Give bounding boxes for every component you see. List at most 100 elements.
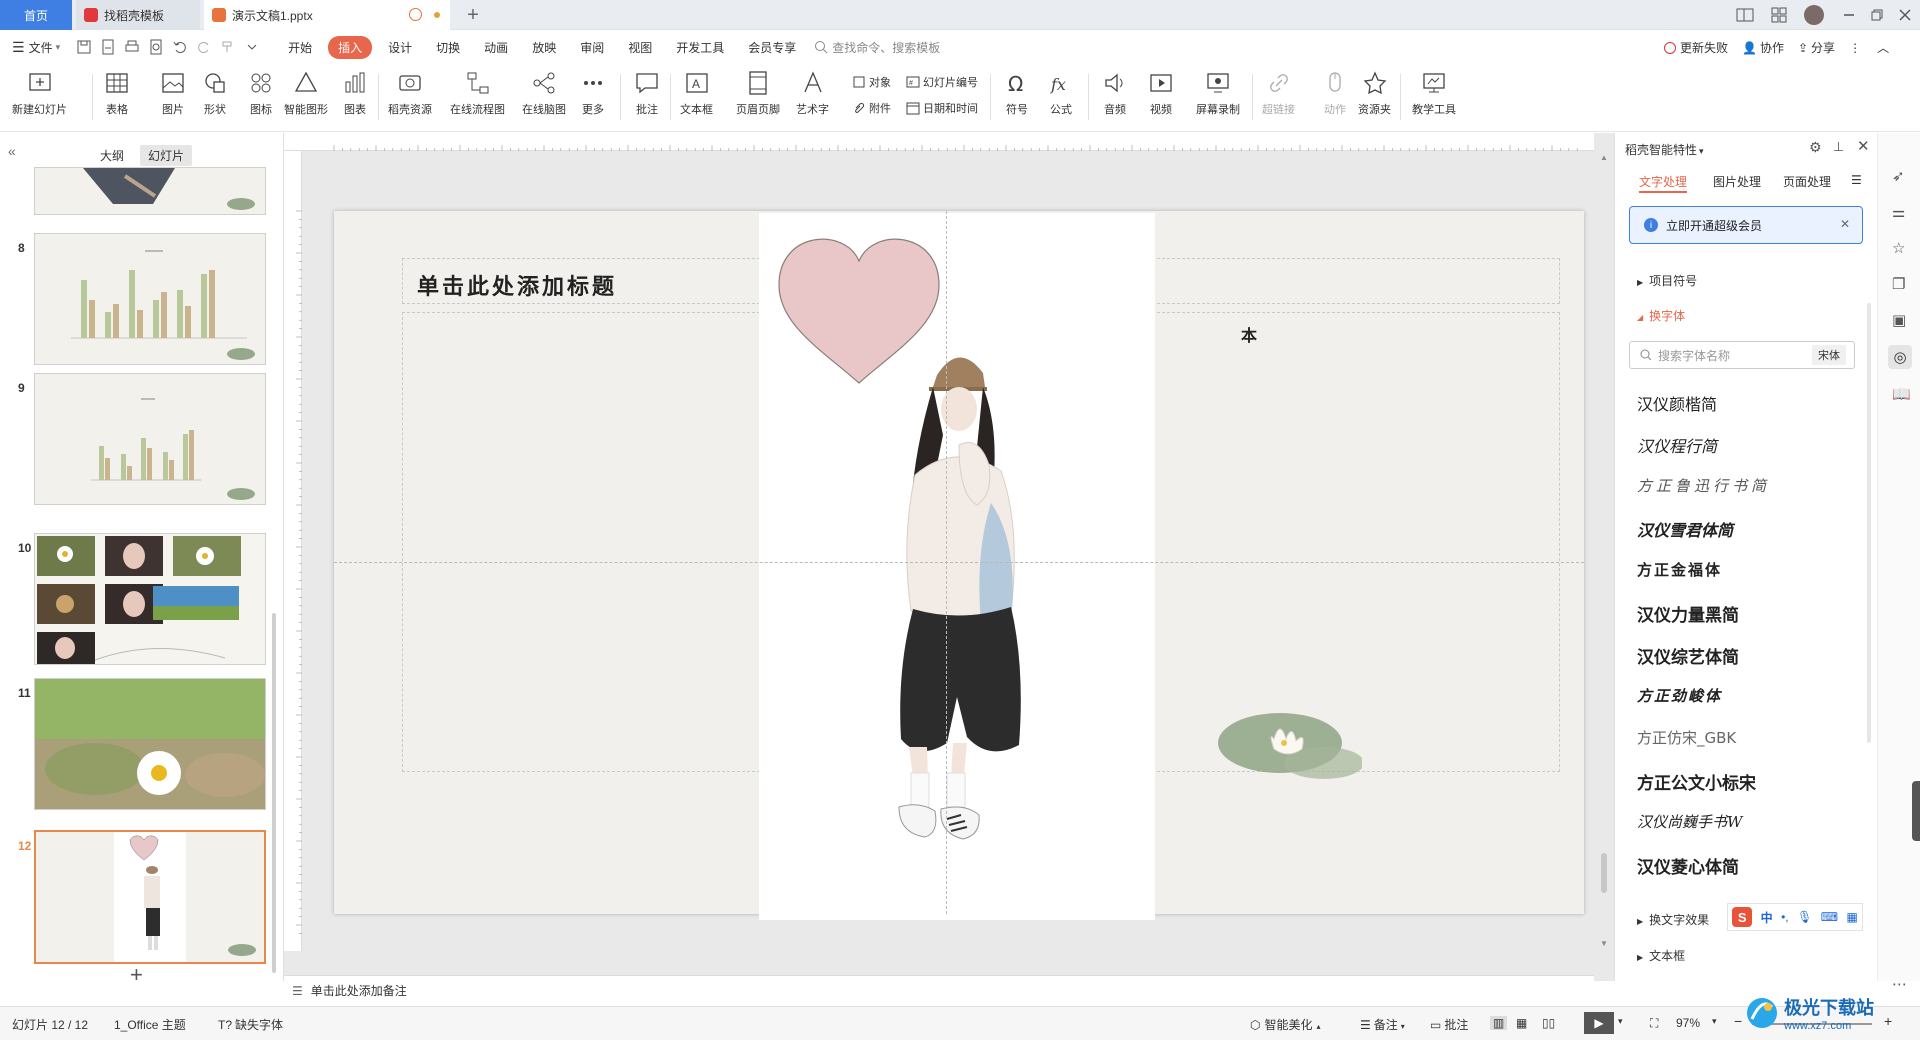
settings-icon[interactable]: ⚙ (1809, 139, 1822, 156)
font-option[interactable]: 汉仪力量黑简 (1637, 601, 1739, 626)
font-option[interactable]: 方正鲁迅行书简 (1637, 475, 1770, 496)
header-footer-button[interactable]: 页眉页脚 (736, 70, 780, 117)
tab-outline[interactable]: 大纲 (92, 145, 132, 166)
comment-button[interactable]: 批注 (634, 70, 660, 117)
collab-button[interactable]: 👤 协作 (1742, 39, 1784, 56)
section-textbox[interactable]: ▶ 文本框 (1637, 947, 1685, 964)
section-text-effects[interactable]: ▶ 换文字效果 (1637, 911, 1709, 928)
shape-button[interactable]: 形状 (202, 70, 228, 117)
export-pdf-icon[interactable] (100, 39, 116, 55)
avatar[interactable] (1804, 5, 1824, 25)
slide-thumbnail[interactable] (34, 167, 266, 215)
action-button[interactable]: 动作 (1322, 70, 1348, 117)
font-option[interactable]: 方正公文小标宋 (1637, 769, 1756, 794)
reading-view-icon[interactable]: ▯▯ (1542, 1016, 1555, 1030)
slide-thumbnail[interactable] (34, 373, 266, 505)
scroll-thumb[interactable] (1601, 853, 1607, 893)
redo-icon[interactable] (196, 39, 212, 55)
datetime-button[interactable]: 日期和时间 (906, 100, 978, 116)
print-preview-icon[interactable] (148, 39, 164, 55)
image-tool-icon[interactable]: ▣ (1892, 311, 1906, 329)
star-pin-icon[interactable]: ☆ (1892, 239, 1905, 257)
share-button[interactable]: ⇪ 分享 (1798, 39, 1835, 56)
sliders-icon[interactable]: ⚌ (1892, 203, 1905, 221)
panel-scrollbar[interactable] (272, 613, 276, 973)
tab-template[interactable]: 找稻壳模板 (76, 0, 200, 30)
new-slide-button[interactable]: 新建幻灯片 (12, 70, 67, 117)
object-button[interactable]: 对象 (852, 74, 891, 90)
more-button[interactable]: 更多 (580, 70, 606, 117)
slide-thumbnail[interactable] (34, 678, 266, 810)
section-change-font[interactable]: ◢ 换字体 (1637, 307, 1685, 324)
smart-beautify-button[interactable]: ⬡ 智能美化 ▴ (1250, 1016, 1321, 1033)
menu-view[interactable]: 视图 (616, 39, 664, 56)
undo-icon[interactable] (172, 39, 188, 55)
vip-promo-banner[interactable]: i 立即开通超级会员 ✕ (1629, 206, 1863, 244)
menu-developer[interactable]: 开发工具 (664, 39, 736, 56)
video-button[interactable]: 视频 (1148, 70, 1174, 117)
zoom-out-icon[interactable]: − (1734, 1013, 1742, 1029)
docer-resource-button[interactable]: 稻壳资源 (388, 70, 432, 117)
command-search[interactable]: 查找命令、搜索模板 (814, 39, 940, 56)
font-option[interactable]: 方正金福体 (1637, 559, 1722, 580)
slide-thumbnail[interactable] (34, 233, 266, 365)
file-menu[interactable]: ☰ 文件 ▾ (0, 39, 72, 56)
slide-canvas[interactable]: 单击此处添加标题 本 (334, 211, 1584, 920)
collapse-panel-icon[interactable]: « (8, 143, 16, 159)
rocket-icon[interactable]: ➶ (1892, 167, 1905, 185)
panel-scrollbar[interactable] (1867, 303, 1871, 743)
customize-chevron-icon[interactable] (244, 39, 260, 55)
more-icon[interactable]: ⋮ (1849, 41, 1861, 55)
chevron-down-icon[interactable]: ▾ (1618, 1016, 1623, 1027)
section-bullets[interactable]: ▶ 项目符号 (1637, 272, 1697, 289)
attachment-button[interactable]: 附件 (852, 100, 891, 116)
menu-transition[interactable]: 切换 (424, 39, 472, 56)
font-option[interactable]: 汉仪雪君体简 (1637, 517, 1733, 541)
formula-button[interactable]: fx 公式 (1048, 70, 1074, 117)
rp-tab-image[interactable]: 图片处理 (1713, 173, 1761, 190)
wordart-button[interactable]: 艺术字 (796, 70, 829, 117)
menu-review[interactable]: 审阅 (568, 39, 616, 56)
menu-animation[interactable]: 动画 (472, 39, 520, 56)
icon-button[interactable]: 图标 (248, 70, 274, 117)
menu-design[interactable]: 设计 (376, 39, 424, 56)
picture-button[interactable]: 图片 (160, 70, 186, 117)
fit-window-icon[interactable]: ⛶ (1650, 1016, 1658, 1031)
format-painter-icon[interactable] (220, 39, 236, 55)
symbol-button[interactable]: Ω 符号 (1004, 70, 1030, 117)
slide-thumbnail-selected[interactable] (34, 830, 266, 964)
notes-pane[interactable]: ☰ 单击此处添加备注 (284, 975, 1594, 1005)
flowchart-button[interactable]: 在线流程图 (450, 70, 505, 117)
slide-number-button[interactable]: # 幻灯片编号 (906, 74, 978, 90)
screen-record-button[interactable]: 屏幕录制 (1196, 70, 1240, 117)
print-icon[interactable] (124, 39, 140, 55)
slide-thumbnail[interactable] (34, 533, 266, 665)
editor-scrollbar[interactable]: ▲ ▼ (1600, 153, 1608, 973)
horizontal-ruler[interactable] (284, 133, 1594, 151)
font-option[interactable]: 方正劲峻体 (1637, 685, 1722, 706)
menu-insert[interactable]: 插入 (328, 35, 373, 59)
font-option[interactable]: 汉仪菱心体简 (1637, 853, 1739, 878)
audio-button[interactable]: 音频 (1102, 70, 1128, 117)
play-slideshow-button[interactable]: ▶ (1584, 1012, 1614, 1034)
mindmap-button[interactable]: 在线脑图 (522, 70, 566, 117)
layout-icon[interactable] (1736, 6, 1754, 24)
scroll-down-icon[interactable]: ▼ (1600, 939, 1608, 948)
menu-membership[interactable]: 会员专享 (736, 39, 808, 56)
add-slide-button[interactable]: + (130, 962, 143, 988)
zoom-level[interactable]: 97% (1676, 1016, 1700, 1030)
font-option[interactable]: 汉仪尚巍手书W (1637, 811, 1742, 832)
normal-view-icon[interactable]: ▥ (1490, 1016, 1508, 1030)
tab-slides[interactable]: 幻灯片 (140, 145, 193, 166)
save-icon[interactable] (76, 39, 92, 55)
scroll-up-icon[interactable]: ▲ (1600, 153, 1608, 162)
minimize-icon[interactable] (1840, 6, 1858, 24)
menu-start[interactable]: 开始 (276, 39, 324, 56)
font-option[interactable]: 汉仪程行简 (1637, 433, 1717, 457)
resource-folder-button[interactable]: 资源夹 (1358, 70, 1391, 117)
menu-slideshow[interactable]: 放映 (520, 39, 568, 56)
sorter-view-icon[interactable]: ▦ (1516, 1016, 1527, 1030)
panel-title[interactable]: 稻壳智能特性 ▾ (1625, 141, 1704, 158)
collapse-ribbon-icon[interactable]: ︿ (1877, 39, 1889, 56)
close-panel-icon[interactable]: ✕ (1857, 137, 1870, 155)
